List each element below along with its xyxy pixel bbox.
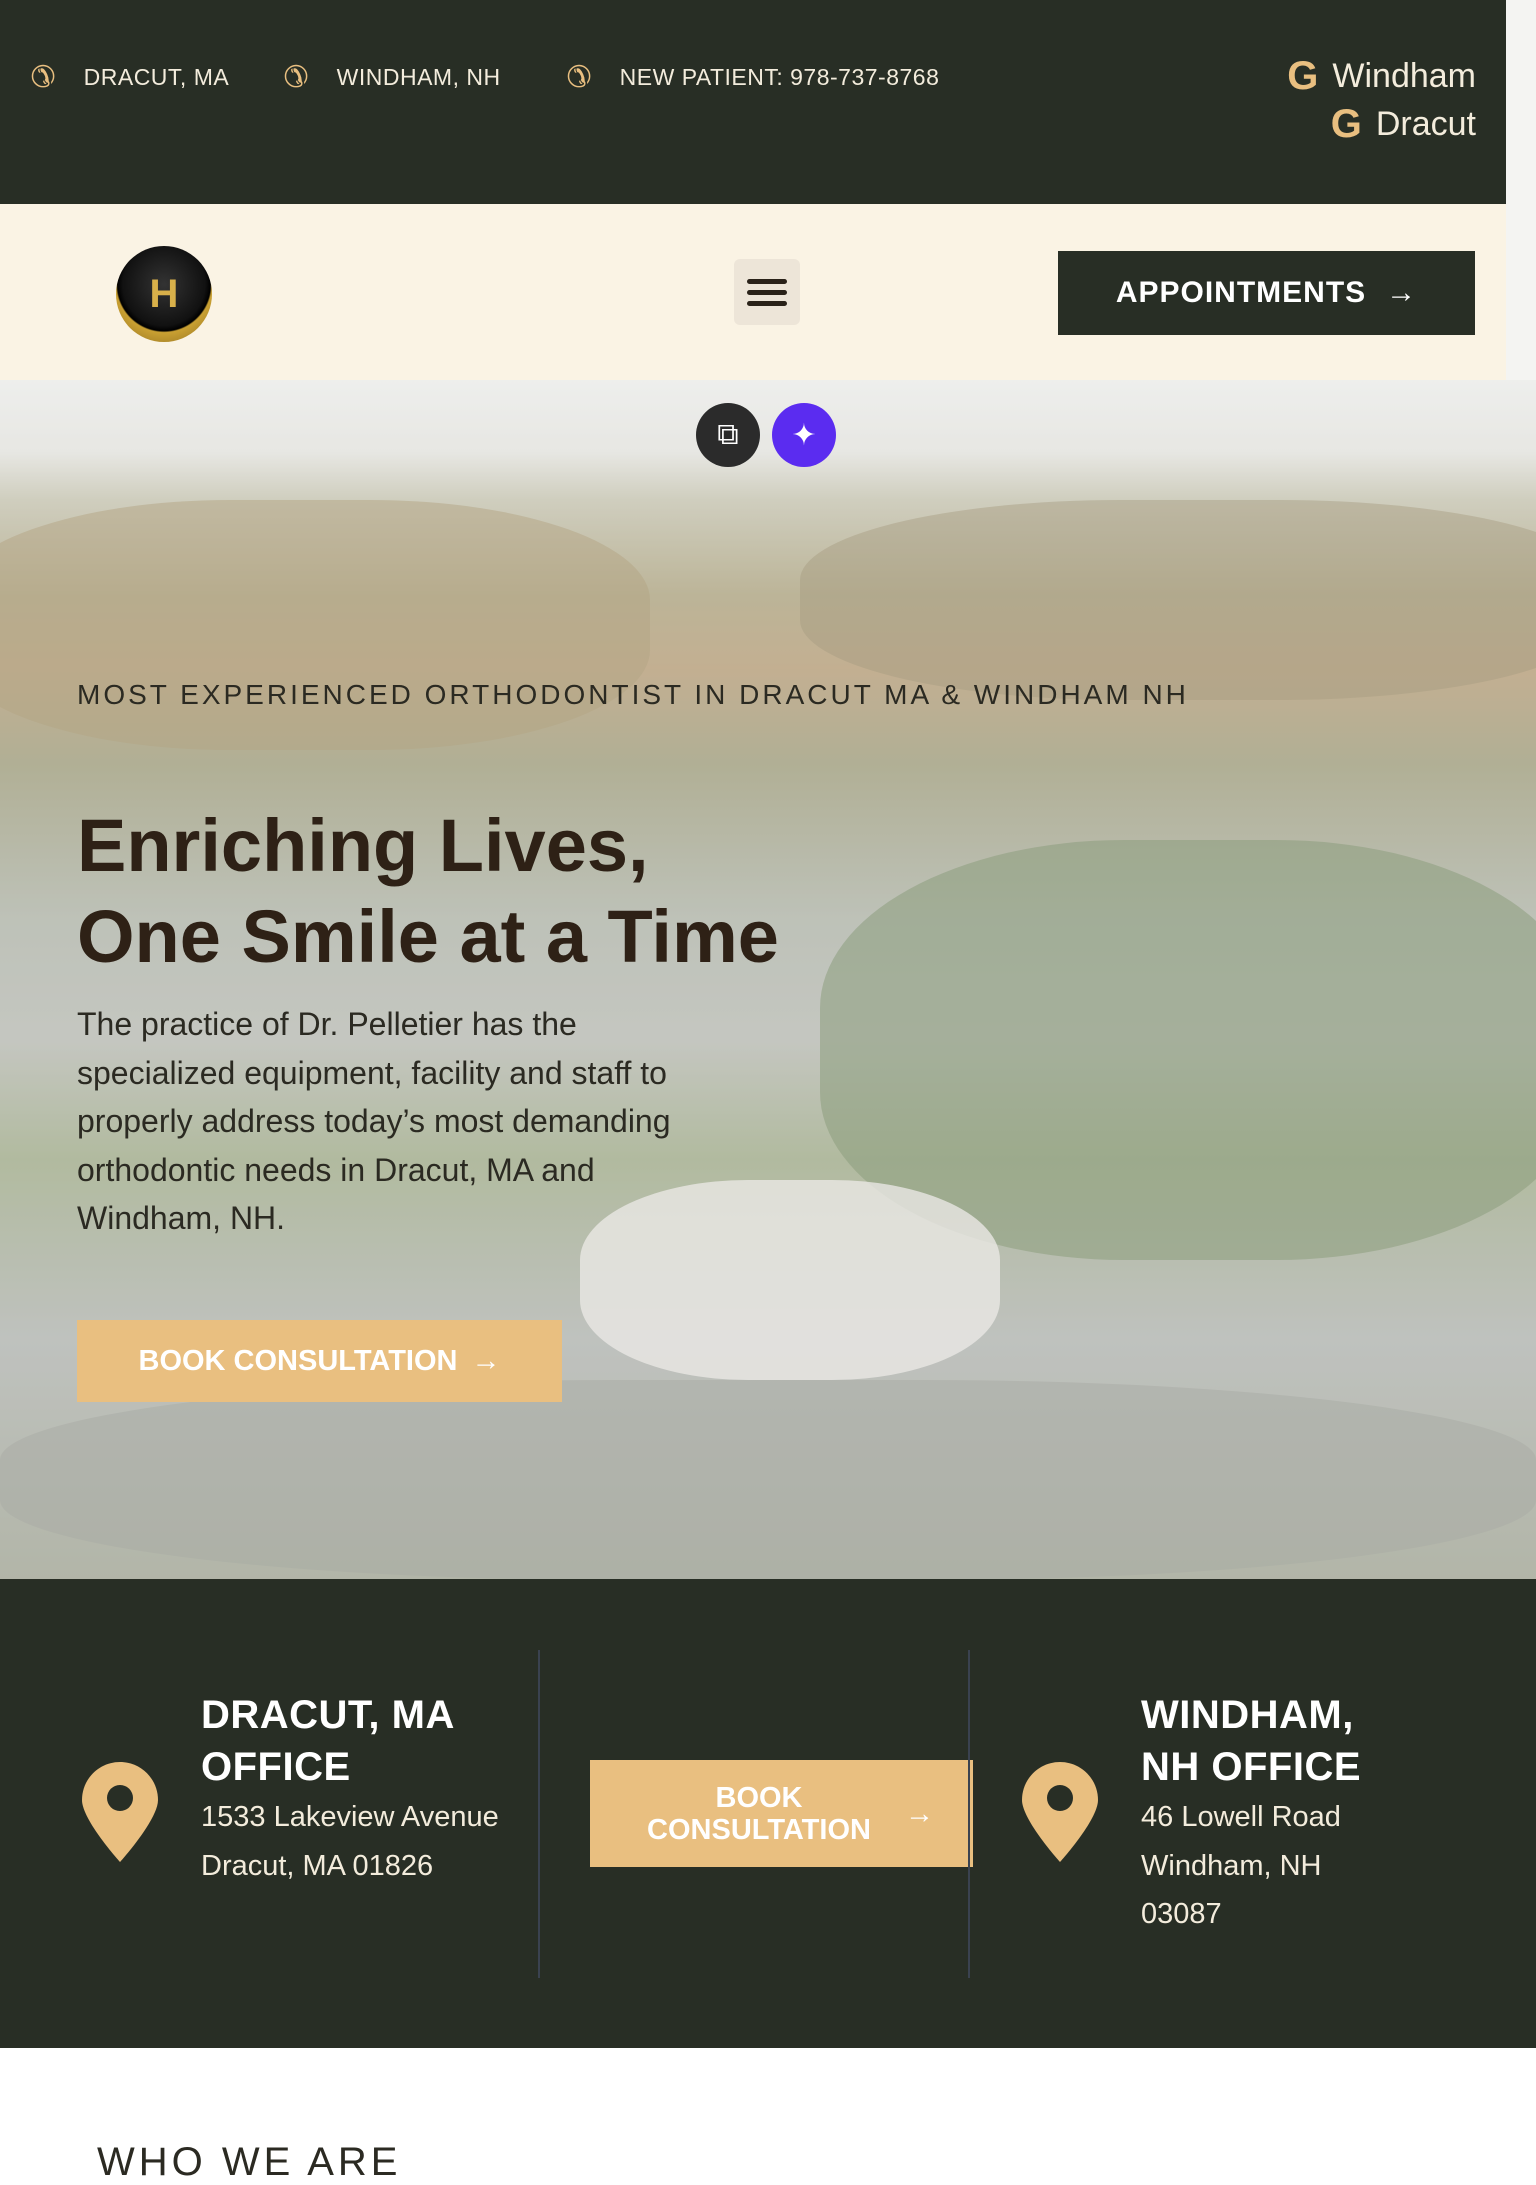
- hero-title-line: One Smile at a Time: [77, 895, 779, 978]
- hero-eyebrow: MOST EXPERIENCED ORTHODONTIST IN DRACUT …: [77, 679, 1189, 710]
- hero-section: ⧉ ✦ MOST EXPERIENCED ORTHODONTIST IN DRA…: [0, 380, 1536, 1579]
- top-bar: ✆ DRACUT, MA ✆ WINDHAM, NH ✆ NEW PATIENT: 9…: [0, 0, 1506, 204]
- google-link-label: Dracut: [1375, 105, 1476, 143]
- office-address-dracut: 1533 Lakeview Avenue Dracut, MA 01826: [201, 1801, 499, 1882]
- office-title-windham: WINDHAM, NH OFFICE: [1141, 1693, 1362, 1789]
- location-pin-icon: [82, 1762, 158, 1862]
- contact-dracut[interactable]: ✆ DRACUT, MA: [30, 60, 229, 95]
- contact-windham[interactable]: ✆ WINDHAM, NH: [283, 60, 501, 95]
- appointments-label: APPOINTMENTS: [1115, 276, 1367, 309]
- cta-label: BOOK CONSULTATION: [138, 1344, 458, 1377]
- logo-mark: H: [149, 271, 179, 316]
- divider: [968, 1650, 970, 1978]
- offices-section: DRACUT, MA OFFICE 1533 Lakeview Avenue D…: [0, 1579, 1536, 2048]
- location-pin-icon: [1022, 1762, 1098, 1862]
- logo[interactable]: H: [116, 246, 212, 342]
- book-consultation-button[interactable]: BOOK CONSULTATION →: [77, 1320, 562, 1402]
- page-edge: [1506, 0, 1536, 380]
- hero-title-line: Enriching Lives,: [77, 804, 649, 887]
- contact-label: WINDHAM, NH: [336, 64, 501, 90]
- contact-new-patient[interactable]: ✆ NEW PATIENT: 978-737-8768: [566, 60, 939, 95]
- google-link-label: Windham: [1332, 57, 1476, 95]
- appointments-button[interactable]: APPOINTMENTS →: [1058, 251, 1475, 335]
- who-we-are-heading: WHO WE ARE: [97, 2140, 402, 2184]
- arrow-right-icon: →: [471, 1344, 501, 1377]
- google-icon: G: [1330, 102, 1362, 146]
- main-nav: H APPOINTMENTS →: [0, 204, 1506, 380]
- contact-label: NEW PATIENT: 978-737-8768: [619, 64, 940, 90]
- sparkles-icon[interactable]: ✦: [772, 403, 836, 467]
- divider: [538, 1650, 540, 1978]
- arrow-right-icon: →: [1386, 276, 1418, 309]
- hero-paragraph: The practice of Dr. Pelletier has the sp…: [77, 1006, 671, 1236]
- hamburger-menu-button[interactable]: [734, 259, 800, 325]
- contact-label: DRACUT, MA: [83, 64, 230, 90]
- book-consultation-button[interactable]: BOOK CONSULTATION →: [590, 1760, 973, 1867]
- google-icon: G: [1287, 54, 1319, 98]
- hero-title: Enriching Lives, One Smile at a Time: [77, 800, 779, 982]
- office-address-windham: 46 Lowell Road Windham, NH 03087: [1141, 1801, 1341, 1930]
- google-review-dracut[interactable]: G Dracut: [1331, 102, 1476, 147]
- google-review-windham[interactable]: G Windham: [1287, 54, 1476, 99]
- arrow-right-icon: →: [905, 1797, 934, 1830]
- office-title-dracut: DRACUT, MA OFFICE: [201, 1693, 454, 1789]
- open-external-icon[interactable]: ⧉: [696, 403, 760, 467]
- phone-icon: ✆: [283, 61, 309, 94]
- cta-label: BOOK CONSULTATION: [647, 1781, 871, 1846]
- phone-icon: ✆: [30, 61, 56, 94]
- phone-icon: ✆: [566, 61, 592, 94]
